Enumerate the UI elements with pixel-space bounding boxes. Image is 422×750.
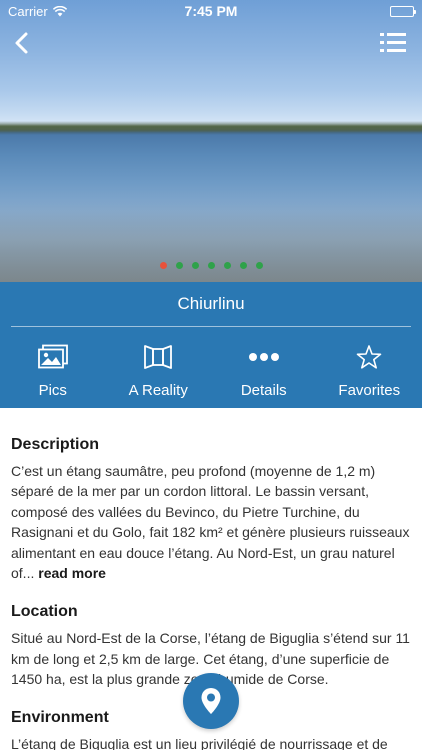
tab-label: A Reality xyxy=(128,382,188,399)
photos-icon xyxy=(37,344,68,369)
carousel-dot[interactable] xyxy=(175,262,183,269)
map-button[interactable] xyxy=(183,673,239,729)
shoreline xyxy=(0,121,422,135)
panorama-icon xyxy=(144,345,173,369)
map-pin-icon xyxy=(201,688,221,714)
carousel-dot[interactable] xyxy=(239,262,247,269)
carousel-dot[interactable] xyxy=(223,262,231,269)
environment-text: L’étang de Biguglia est un lieu privilég… xyxy=(11,735,388,750)
tab-label: Details xyxy=(240,382,287,399)
tab-pics[interactable]: Pics xyxy=(0,342,106,402)
more-dots-icon xyxy=(248,353,279,361)
battery-icon xyxy=(390,5,416,17)
carousel-dot[interactable] xyxy=(191,262,199,269)
carousel-indicator[interactable] xyxy=(0,262,422,269)
chevron-left-icon xyxy=(15,32,28,54)
action-tabs: Pics A Reality Details Favorites xyxy=(0,342,422,402)
list-menu-icon xyxy=(380,33,406,52)
hero-photo[interactable] xyxy=(0,0,422,282)
description-body: C’est un étang saumâtre, peu profond (mo… xyxy=(11,463,410,582)
status-bar: Carrier 7:45 PM xyxy=(0,0,422,22)
carousel-dot[interactable] xyxy=(255,262,263,269)
section-heading: Location xyxy=(11,603,78,621)
divider xyxy=(11,326,411,327)
tab-a-reality[interactable]: A Reality xyxy=(106,342,212,402)
carousel-dot[interactable] xyxy=(159,262,167,269)
water-foreground xyxy=(0,200,422,282)
clock: 7:45 PM xyxy=(184,3,238,19)
tab-favorites[interactable]: Favorites xyxy=(317,342,422,402)
menu-button[interactable] xyxy=(378,30,408,56)
back-button[interactable] xyxy=(8,28,38,58)
tab-details[interactable]: Details xyxy=(211,342,317,402)
tab-label: Favorites xyxy=(338,382,401,399)
section-heading: Description xyxy=(11,436,100,453)
star-icon xyxy=(356,345,382,369)
carousel-dot[interactable] xyxy=(207,262,215,269)
tab-label: Pics xyxy=(38,382,67,399)
read-more-link[interactable]: read more xyxy=(38,565,106,581)
description-section: Description C’est un étang saumâtre, peu… xyxy=(11,435,411,583)
place-header: Chiurlinu Pics A Reality Details Favorit… xyxy=(0,282,422,408)
place-title: Chiurlinu xyxy=(177,294,245,313)
description-text: C’est un étang saumâtre, peu profond (mo… xyxy=(11,461,411,583)
